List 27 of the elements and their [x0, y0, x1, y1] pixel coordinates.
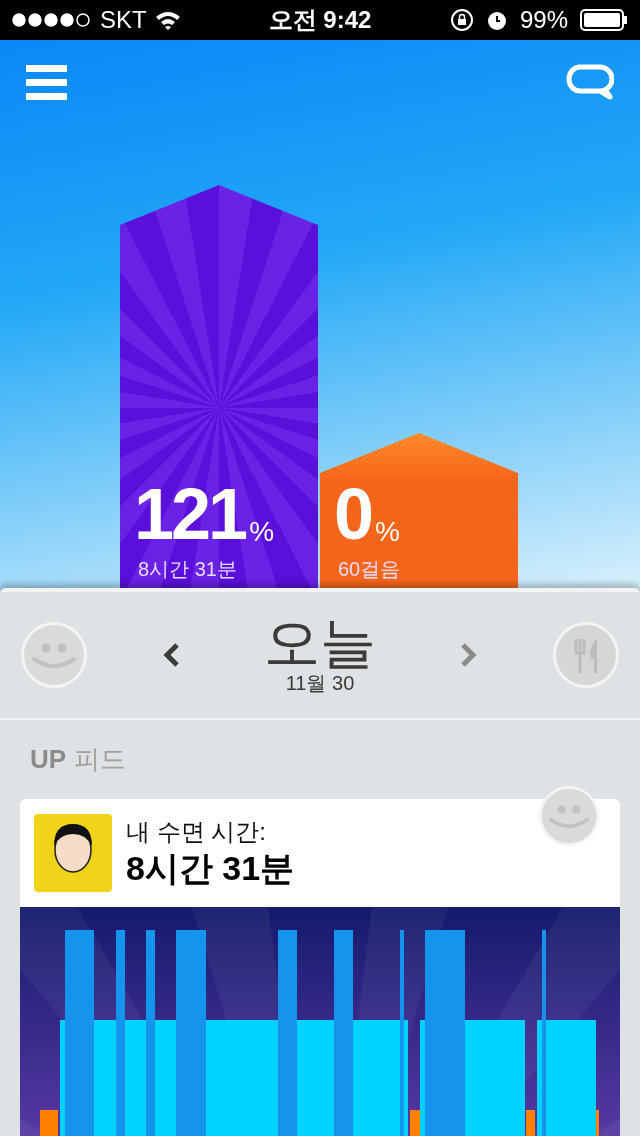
- card-value: 8시간 31분: [126, 847, 295, 889]
- percent-unit: %: [249, 518, 275, 546]
- feed-title: 피드: [74, 743, 127, 776]
- fork-knife-icon[interactable]: [552, 621, 620, 689]
- card-label: 내 수면 시간:: [126, 816, 267, 847]
- battery-icon: [580, 9, 628, 31]
- mood-smiley-icon[interactable]: [20, 621, 88, 689]
- percent-unit: %: [375, 518, 400, 546]
- status-time: 오전 9:42: [268, 5, 372, 35]
- signal-icon: [12, 13, 92, 27]
- goal-bar[interactable]: 121% 8시간 31분: [120, 185, 318, 590]
- rotation-lock-icon: [449, 8, 474, 32]
- goal-percent: 121: [134, 478, 246, 550]
- awake-bar: [40, 1110, 58, 1136]
- goal-percent: 0: [334, 478, 372, 550]
- goal-detail: 8시간 31분: [138, 557, 238, 582]
- chat-icon[interactable]: [566, 64, 614, 100]
- battery-percent: 99%: [519, 5, 568, 35]
- smiley-icon[interactable]: [538, 785, 600, 847]
- feed-brand: UP: [30, 743, 67, 776]
- day-title: 오늘: [264, 614, 376, 671]
- carrier-name: SKT: [100, 5, 147, 35]
- menu-icon[interactable]: [26, 64, 67, 100]
- goal-detail: 60걸음: [338, 557, 402, 582]
- wifi-icon: [154, 10, 181, 30]
- alarm-icon: [485, 9, 508, 31]
- day-date: 11월 30: [285, 670, 355, 696]
